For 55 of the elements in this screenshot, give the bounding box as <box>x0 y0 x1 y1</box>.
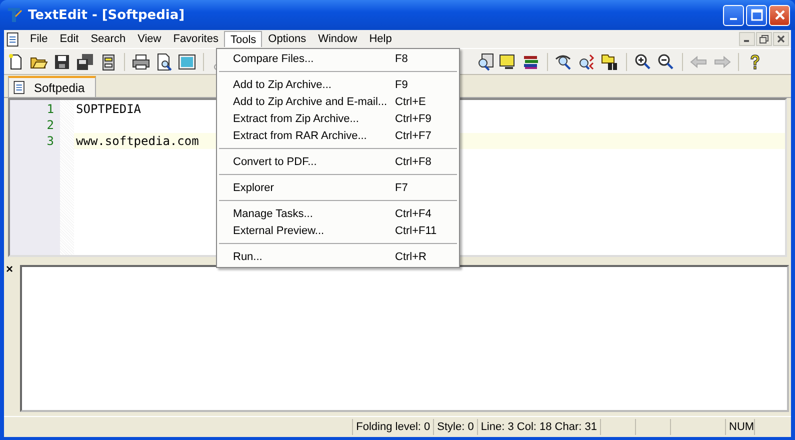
code-line: SOPTPEDIA <box>76 102 142 116</box>
eye-magnifier-icon[interactable] <box>555 52 573 70</box>
tab-label: Softpedia <box>34 80 85 94</box>
menu-item[interactable]: Explorer F7 <box>217 179 459 196</box>
print-icon[interactable] <box>132 52 150 70</box>
menu-item[interactable]: Compare Files... F8 <box>217 50 459 67</box>
menu-item[interactable]: Favorites <box>167 32 224 46</box>
document-icon[interactable] <box>6 30 20 48</box>
menu-item[interactable]: Extract from Zip Archive... Ctrl+F9 <box>217 110 459 127</box>
menu-item[interactable]: Extract from RAR Archive... Ctrl+F7 <box>217 127 459 144</box>
close-icon <box>777 35 785 43</box>
maximize-icon <box>750 9 762 21</box>
line-number: 3 <box>46 133 54 149</box>
document-tab[interactable]: Softpedia <box>8 76 96 97</box>
print-preview-icon[interactable] <box>155 52 173 70</box>
app-icon <box>6 7 22 23</box>
menu-item[interactable]: Add to Zip Archive and E-mail... Ctrl+E <box>217 93 459 110</box>
line-number: 2 <box>46 117 54 133</box>
save-icon[interactable] <box>53 52 71 70</box>
status-panel: Folding level: 0 <box>352 419 434 435</box>
status-panel: NUM <box>725 419 754 435</box>
menu-item[interactable]: Options <box>262 32 312 46</box>
menu-item[interactable]: Manage Tasks... Ctrl+F4 <box>217 205 459 222</box>
window-title: TextEdit - [Softpedia] <box>28 8 186 22</box>
menu-item[interactable]: Search <box>84 32 132 46</box>
document-icon <box>13 80 26 95</box>
menu-item[interactable]: View <box>132 32 168 46</box>
code-line: www.softpedia.com <box>76 134 199 148</box>
save-all-icon[interactable] <box>76 52 94 70</box>
monitor-icon[interactable] <box>499 52 517 70</box>
menu-item[interactable]: Add to Zip Archive... F9 <box>217 76 459 93</box>
minimize-button[interactable] <box>739 32 755 46</box>
line-number: 1 <box>46 101 54 117</box>
zoom-in-icon[interactable] <box>634 52 652 70</box>
menu-item[interactable]: File <box>24 32 54 46</box>
menu-item[interactable]: Window <box>312 32 364 46</box>
close-button[interactable] <box>773 32 789 46</box>
screen-icon[interactable] <box>178 52 196 70</box>
find-in-files-icon[interactable] <box>476 52 494 70</box>
menu-item[interactable]: Help <box>363 32 398 46</box>
replace-icon[interactable] <box>578 52 596 70</box>
close-icon <box>774 9 786 21</box>
status-panel: Style: 0 <box>433 419 477 435</box>
menu-item[interactable]: Run... Ctrl+R <box>217 248 459 265</box>
restore-button[interactable] <box>756 32 772 46</box>
minimize-icon <box>730 18 737 20</box>
menu-item[interactable]: Convert to PDF... Ctrl+F8 <box>217 153 459 170</box>
menu-item[interactable]: Edit <box>54 32 85 46</box>
restore-icon <box>759 34 769 44</box>
menu-item[interactable]: Tools <box>224 31 262 47</box>
status-panel: Line: 3 Col: 18 Char: 31 <box>476 419 600 435</box>
close-button[interactable]: × <box>6 263 14 275</box>
zoom-out-icon[interactable] <box>657 52 675 70</box>
maximize-button[interactable] <box>746 4 767 26</box>
menu-item[interactable]: External Preview... Ctrl+F11 <box>217 222 459 239</box>
